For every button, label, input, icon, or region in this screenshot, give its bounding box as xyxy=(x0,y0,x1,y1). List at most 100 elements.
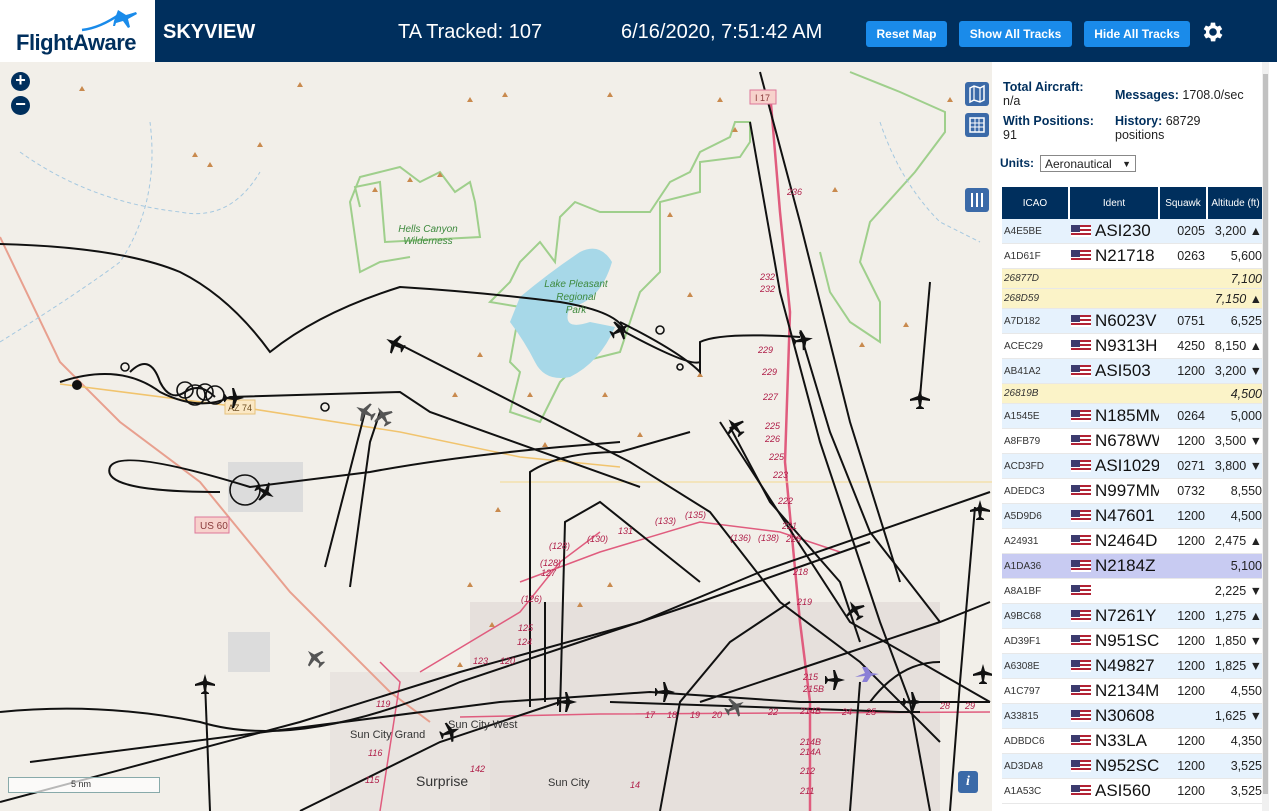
aircraft-icon[interactable] xyxy=(910,389,930,409)
table-row[interactable]: A4E5BE ASI230 0205 3,200 ▲ xyxy=(1002,219,1264,244)
table-row[interactable]: A1DA36 N2184Z 5,100 xyxy=(1002,553,1264,579)
flightaware-logo[interactable]: FlightAware xyxy=(0,0,155,62)
table-row[interactable]: ACEC29 N9313H 4250 8,150 ▲ xyxy=(1002,333,1264,359)
messages-label: Messages: xyxy=(1115,88,1179,102)
aircraft-icon[interactable] xyxy=(195,674,215,694)
icao-cell-text: 26819B xyxy=(1004,388,1039,399)
lake-pleasant xyxy=(510,248,615,378)
svg-text:14: 14 xyxy=(630,780,640,790)
map-canvas[interactable]: 236232232 229229227 225226225 223222221 … xyxy=(0,62,992,811)
squawk-cell-text: 1200 xyxy=(1177,759,1205,773)
ident-cell: ASI503 xyxy=(1069,358,1159,384)
table-row[interactable]: A1545E N185MM 0264 5,000 xyxy=(1002,403,1264,429)
squawk-cell: 1200 xyxy=(1159,503,1207,529)
zoom-out-button[interactable]: − xyxy=(11,95,30,115)
table-row[interactable]: A8FB79 N678WW 1200 3,500 ▼ xyxy=(1002,428,1264,454)
table-row[interactable]: A1A53C ASI560 1200 3,525 xyxy=(1002,778,1264,804)
svg-text:120: 120 xyxy=(500,656,515,666)
table-row[interactable]: 268D59 7,150 ▲ xyxy=(1002,288,1264,309)
ident-cell: N21718 xyxy=(1069,243,1159,269)
ident-cell: N49827 xyxy=(1069,653,1159,679)
panel-scrollbar[interactable] xyxy=(1262,62,1269,811)
column-toggle-button[interactable] xyxy=(965,188,989,212)
zoom-in-button[interactable]: + xyxy=(11,71,30,91)
ident-column-header[interactable]: Ident xyxy=(1069,187,1160,219)
table-row[interactable]: AD39F1 N951SC 1200 1,850 ▼ xyxy=(1002,628,1264,654)
squawk-cell-text: 1200 xyxy=(1177,509,1205,523)
hide-all-tracks-button[interactable]: Hide All Tracks xyxy=(1084,21,1190,47)
squawk-cell xyxy=(1159,703,1207,729)
table-row[interactable]: ACD3FD ASI1029 0271 3,800 ▼ xyxy=(1002,453,1264,479)
aircraft-icon[interactable] xyxy=(301,644,329,672)
table-row[interactable]: A33815 N30608 1,625 ▼ xyxy=(1002,703,1264,729)
icao-column-header[interactable]: ICAO xyxy=(1002,187,1070,219)
icao-cell-text: AD39F1 xyxy=(1004,635,1041,647)
table-row[interactable]: A24931 N2464D 1200 2,475 ▲ xyxy=(1002,528,1264,554)
altitude-cell-text: 5,000 xyxy=(1230,409,1262,423)
table-row[interactable]: ADEDC3 N997MM 0732 8,550 xyxy=(1002,478,1264,504)
ident-cell-text: N678WW xyxy=(1095,431,1159,450)
us-flag-icon xyxy=(1071,510,1091,522)
altitude-cell: 1,825 ▼ xyxy=(1207,653,1264,679)
squawk-column-header[interactable]: Squawk xyxy=(1159,187,1208,219)
ident-cell: N2184Z xyxy=(1069,553,1159,579)
table-row[interactable]: A1D61F N21718 0263 5,600 xyxy=(1002,243,1264,269)
table-row[interactable]: 26819B 4,500 xyxy=(1002,383,1264,404)
icao-cell-text: A9BC68 xyxy=(1004,610,1042,622)
units-value: Aeronautical xyxy=(1045,157,1112,171)
us-flag-icon xyxy=(1071,340,1091,352)
table-row[interactable]: A5D9D6 N47601 1200 4,500 xyxy=(1002,503,1264,529)
aircraft-icon[interactable] xyxy=(381,330,408,357)
altitude-cell-text: 2,475 ▲ xyxy=(1214,534,1262,548)
messages-stat: Messages: 1708.0/sec xyxy=(1115,88,1244,102)
map-view[interactable]: 236 232 232 229 229 227 225 226 225 223 222 221 … xyxy=(0,62,992,811)
squawk-cell-text: 1200 xyxy=(1177,784,1205,798)
icao-cell-text: A1545E xyxy=(1004,410,1040,422)
svg-text:(138): (138) xyxy=(758,533,779,543)
squawk-cell: 0205 xyxy=(1159,219,1207,244)
ident-cell-text: N7261Y xyxy=(1095,606,1157,625)
show-all-tracks-button[interactable]: Show All Tracks xyxy=(959,21,1072,47)
ident-cell-text: N952SC xyxy=(1095,756,1159,775)
table-row[interactable]: A6308E N49827 1200 1,825 ▼ xyxy=(1002,653,1264,679)
altitude-column-header[interactable]: Altitude (ft) xyxy=(1207,187,1265,219)
squawk-cell-text: 0264 xyxy=(1177,409,1205,423)
gear-icon[interactable] xyxy=(1200,19,1226,45)
table-row[interactable]: A8A1BF 2,225 ▼ xyxy=(1002,578,1264,604)
altitude-cell: 3,200 ▲ xyxy=(1207,219,1264,244)
ident-cell-text: N6023V xyxy=(1095,311,1157,330)
table-row[interactable]: A1C797 N2134M 1200 4,550 xyxy=(1002,678,1264,704)
icao-cell-text: A24931 xyxy=(1004,535,1039,547)
aircraft-icon[interactable] xyxy=(973,664,992,684)
grid-toggle-button[interactable] xyxy=(965,113,989,137)
svg-text:116: 116 xyxy=(368,748,382,758)
scrollbar-thumb[interactable] xyxy=(1263,74,1268,794)
map-layer-button[interactable] xyxy=(965,82,989,106)
squawk-cell: 0271 xyxy=(1159,453,1207,479)
table-row[interactable]: A7D182 N6023V 0751 6,525 xyxy=(1002,308,1264,334)
svg-text:219: 219 xyxy=(796,597,812,607)
table-row[interactable]: ADBDC6 N33LA 1200 4,350 xyxy=(1002,728,1264,754)
us-flag-icon xyxy=(1071,610,1091,622)
squawk-cell-text: 1200 xyxy=(1177,659,1205,673)
us-flag-icon xyxy=(1071,365,1091,377)
table-row[interactable]: AD3DA8 N952SC 1200 3,525 xyxy=(1002,753,1264,779)
table-row[interactable]: 26877D 7,100 xyxy=(1002,268,1264,289)
park-label: Park xyxy=(566,305,588,316)
squawk-cell xyxy=(1159,268,1207,289)
info-icon[interactable]: i xyxy=(958,771,978,793)
altitude-cell: 7,100 xyxy=(1207,268,1264,289)
aircraft-icon[interactable] xyxy=(970,500,990,520)
altitude-cell-text: 4,350 xyxy=(1230,734,1262,748)
table-row[interactable]: A9BC68 N7261Y 1200 1,275 ▲ xyxy=(1002,603,1264,629)
ident-cell: N951SC xyxy=(1069,628,1159,654)
table-row[interactable]: AB41A2 ASI503 1200 3,200 ▼ xyxy=(1002,358,1264,384)
units-select[interactable]: Aeronautical ▼ xyxy=(1040,155,1136,172)
icao-cell-text: A1D61F xyxy=(1004,250,1041,262)
aircraft-icon[interactable] xyxy=(351,398,378,425)
altitude-cell-text: 8,550 xyxy=(1230,484,1262,498)
i17-label: I 17 xyxy=(755,93,770,103)
svg-text:(133): (133) xyxy=(655,516,676,526)
reset-map-button[interactable]: Reset Map xyxy=(866,21,947,47)
us-flag-icon xyxy=(1071,315,1091,327)
